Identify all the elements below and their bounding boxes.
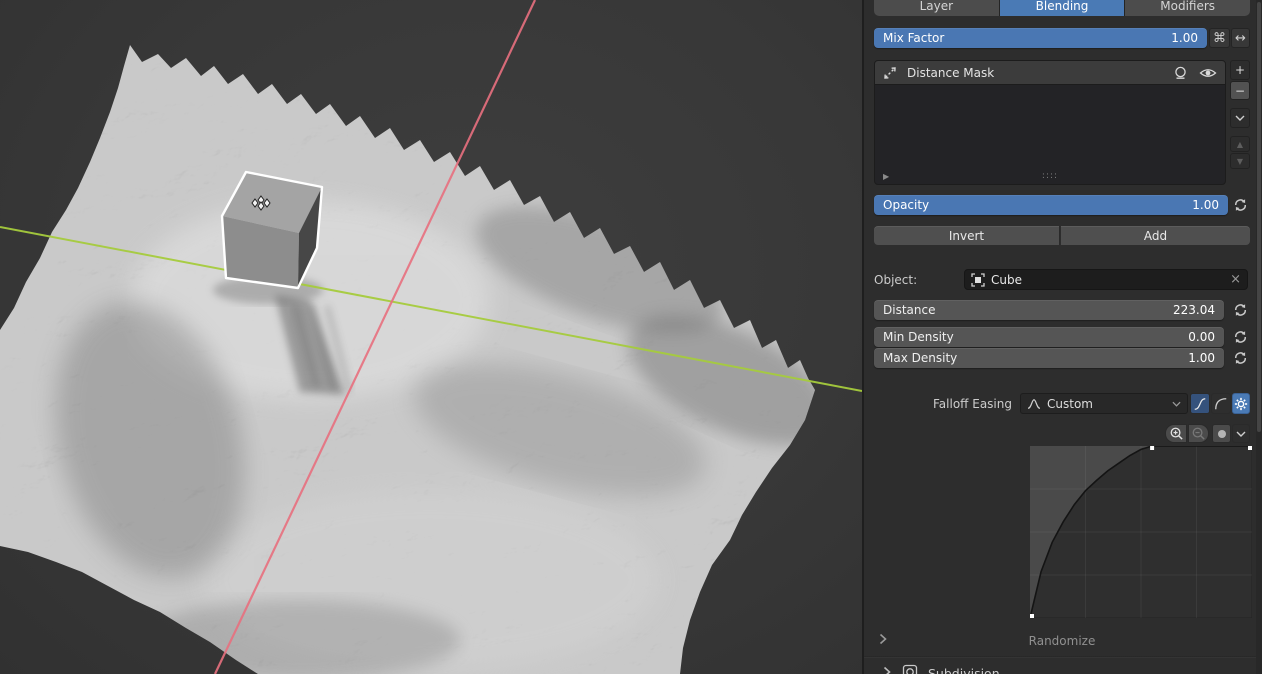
curve-point[interactable] bbox=[1248, 446, 1252, 450]
min-density-slider[interactable]: Min Density 0.00 bbox=[874, 327, 1224, 347]
chevron-down-icon bbox=[1236, 431, 1246, 437]
falloff-easing-label: Falloff Easing bbox=[874, 397, 1012, 411]
layer-name: Distance Mask bbox=[907, 66, 1162, 80]
max-density-value: 1.00 bbox=[1188, 351, 1215, 365]
zoom-out-icon bbox=[1191, 426, 1206, 441]
zoom-in-icon bbox=[1169, 426, 1184, 441]
terrain-mesh[interactable] bbox=[0, 0, 862, 674]
arrow-up-icon: ▲ bbox=[1237, 140, 1243, 149]
mask-layers-list[interactable]: Distance Mask ▶ :::: bbox=[874, 60, 1226, 185]
max-density-animate-button[interactable] bbox=[1232, 350, 1249, 366]
curve-point[interactable] bbox=[1150, 446, 1154, 450]
list-item-distance-mask[interactable]: Distance Mask bbox=[875, 61, 1225, 85]
curve-zoom-in-button[interactable] bbox=[1165, 424, 1187, 443]
falloff-curve-widget[interactable] bbox=[1030, 446, 1252, 618]
mix-factor-label: Mix Factor bbox=[883, 31, 944, 45]
extend-range-button[interactable]: ↔ bbox=[1231, 28, 1250, 48]
add-layer-button[interactable]: + bbox=[1230, 60, 1250, 80]
3d-viewport[interactable] bbox=[0, 0, 862, 674]
eye-visibility-icon[interactable] bbox=[1199, 66, 1217, 80]
ease-in-out-curve-icon bbox=[1193, 397, 1207, 411]
bell-curve-icon bbox=[1027, 398, 1041, 410]
distance-slider[interactable]: Distance 223.04 bbox=[874, 300, 1224, 320]
arrows-horizontal-icon: ↔ bbox=[1235, 31, 1246, 46]
list-expander-icon[interactable]: ▶ bbox=[883, 172, 889, 181]
add-button[interactable]: Add bbox=[1061, 226, 1250, 245]
randomize-label: Randomize bbox=[1029, 634, 1096, 648]
cube-object[interactable] bbox=[222, 172, 322, 288]
add-label: Add bbox=[1144, 229, 1167, 243]
curve-clipping-button[interactable] bbox=[1212, 424, 1231, 443]
refresh-icon bbox=[1232, 197, 1249, 213]
minus-icon: − bbox=[1235, 84, 1245, 98]
shortcut-button[interactable]: ⌘ bbox=[1209, 28, 1230, 48]
panel-tabbar: Layer Blending Modifiers bbox=[874, 0, 1250, 16]
properties-panel: Layer Blending Modifiers Mix Factor 1.00… bbox=[862, 0, 1262, 674]
ease-in-out-button[interactable] bbox=[1190, 393, 1210, 414]
list-resize-grip[interactable]: :::: bbox=[1042, 171, 1058, 181]
subdivision-modifier-icon bbox=[902, 664, 918, 674]
opacity-animate-button[interactable] bbox=[1232, 197, 1249, 213]
panel-divider bbox=[864, 656, 1262, 658]
distance-value: 223.04 bbox=[1173, 303, 1215, 317]
object-value: Cube bbox=[991, 273, 1224, 287]
move-layer-up-button[interactable]: ▲ bbox=[1230, 136, 1250, 152]
clipping-circle-icon bbox=[1216, 428, 1228, 440]
opacity-value: 1.00 bbox=[1192, 198, 1219, 212]
falloff-selected: Custom bbox=[1047, 397, 1166, 411]
falloff-easing-dropdown[interactable]: Custom bbox=[1020, 393, 1188, 414]
distance-icon bbox=[883, 66, 897, 80]
panel-scrollbar-thumb[interactable] bbox=[1257, 2, 1261, 432]
tab-modifiers[interactable]: Modifiers bbox=[1125, 0, 1250, 16]
mix-factor-value: 1.00 bbox=[1171, 31, 1198, 45]
arrow-down-icon: ▼ bbox=[1237, 157, 1243, 166]
distance-label: Distance bbox=[883, 303, 935, 317]
chevron-down-icon bbox=[1172, 401, 1181, 407]
refresh-icon bbox=[1232, 329, 1249, 345]
randomize-panel-header[interactable]: Randomize bbox=[874, 630, 1250, 649]
subdivision-expander-chevron-icon[interactable] bbox=[882, 666, 892, 674]
opacity-label: Opacity bbox=[883, 198, 929, 212]
ease-out-curve-icon bbox=[1214, 397, 1228, 411]
object-field[interactable]: Cube × bbox=[964, 269, 1248, 290]
refresh-icon bbox=[1232, 302, 1249, 318]
close-icon[interactable]: × bbox=[1230, 272, 1241, 287]
invert-button[interactable]: Invert bbox=[874, 226, 1060, 245]
layer-specials-menu-button[interactable] bbox=[1230, 108, 1250, 128]
command-icon: ⌘ bbox=[1213, 31, 1226, 46]
chevron-down-icon bbox=[1235, 115, 1245, 121]
mesh-cube-icon bbox=[971, 273, 985, 287]
max-density-slider[interactable]: Max Density 1.00 bbox=[874, 348, 1224, 368]
plus-icon: + bbox=[1235, 63, 1245, 77]
subdivision-label[interactable]: Subdivision bbox=[928, 666, 1000, 674]
mix-factor-slider[interactable]: Mix Factor 1.00 bbox=[874, 28, 1207, 48]
curve-point[interactable] bbox=[1030, 614, 1034, 618]
curve-tools-menu-button[interactable] bbox=[1232, 424, 1250, 443]
opacity-slider[interactable]: Opacity 1.00 bbox=[874, 195, 1228, 215]
tab-layer[interactable]: Layer bbox=[874, 0, 999, 16]
max-density-label: Max Density bbox=[883, 351, 957, 365]
min-density-value: 0.00 bbox=[1188, 330, 1215, 344]
min-density-label: Min Density bbox=[883, 330, 954, 344]
curve-zoom-out-button[interactable] bbox=[1188, 424, 1209, 443]
invert-label: Invert bbox=[949, 229, 984, 243]
remove-layer-button[interactable]: − bbox=[1230, 81, 1250, 100]
ease-out-button[interactable] bbox=[1211, 393, 1231, 414]
blender-window: Layer Blending Modifiers Mix Factor 1.00… bbox=[0, 0, 1262, 674]
min-density-animate-button[interactable] bbox=[1232, 329, 1249, 345]
viewport-scene bbox=[0, 0, 862, 674]
object-label: Object: bbox=[874, 273, 917, 287]
gear-icon bbox=[1234, 397, 1248, 411]
mask-icon[interactable] bbox=[1172, 66, 1189, 80]
refresh-icon bbox=[1232, 350, 1249, 366]
tab-blending[interactable]: Blending bbox=[1000, 0, 1125, 16]
falloff-settings-button[interactable] bbox=[1232, 393, 1250, 414]
move-layer-down-button[interactable]: ▼ bbox=[1230, 153, 1250, 169]
distance-animate-button[interactable] bbox=[1232, 302, 1249, 318]
